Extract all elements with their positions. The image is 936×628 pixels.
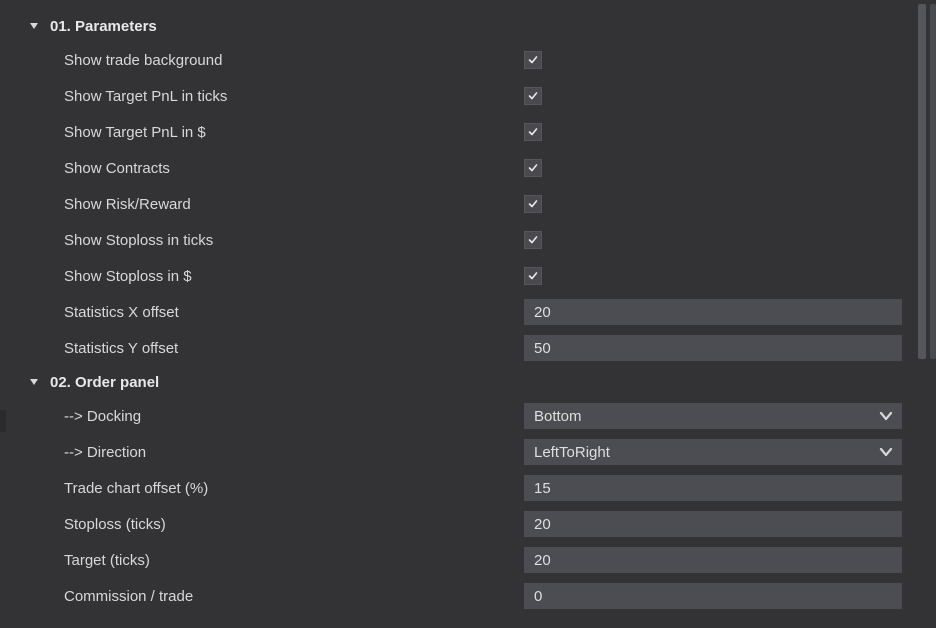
property-label: Target (ticks): [0, 552, 524, 569]
property-control: [524, 299, 914, 325]
collapse-triangle-icon: [28, 20, 40, 32]
statistics-x-offset-input[interactable]: [524, 299, 902, 325]
property-row: Show Target PnL in $: [0, 114, 914, 150]
show-contracts-checkbox[interactable]: [524, 159, 542, 177]
property-control: [524, 231, 914, 249]
property-control: [524, 439, 914, 465]
property-control: [524, 51, 914, 69]
property-control: [524, 583, 914, 609]
property-row: Trade chart offset (%): [0, 470, 914, 506]
property-label: --> Docking: [0, 408, 524, 425]
property-label: Statistics X offset: [0, 304, 524, 321]
docking-select-value[interactable]: [524, 403, 902, 429]
property-control: [524, 335, 914, 361]
commission-per-trade-input[interactable]: [524, 583, 902, 609]
show-risk-reward-checkbox[interactable]: [524, 195, 542, 213]
property-row: Target (ticks): [0, 542, 914, 578]
property-row: Show Stoploss in ticks: [0, 222, 914, 258]
property-grid: 01. Parameters Show trade background Show …: [0, 0, 914, 628]
docking-select[interactable]: [524, 403, 902, 429]
scrollbar-thumb-secondary[interactable]: [930, 4, 936, 359]
property-row: Show Risk/Reward: [0, 186, 914, 222]
scrollbar-area: [914, 0, 936, 628]
property-control: [524, 403, 914, 429]
trade-chart-offset-input[interactable]: [524, 475, 902, 501]
property-row: Stoploss (ticks): [0, 506, 914, 542]
property-label: Show Contracts: [0, 160, 524, 177]
property-row: Show Stoploss in $: [0, 258, 914, 294]
property-control: [524, 475, 914, 501]
statistics-y-offset-input[interactable]: [524, 335, 902, 361]
property-label: Show Stoploss in ticks: [0, 232, 524, 249]
show-stoploss-usd-checkbox[interactable]: [524, 267, 542, 285]
target-ticks-input[interactable]: [524, 547, 902, 573]
collapse-triangle-icon: [28, 376, 40, 388]
left-edge-marker: [0, 410, 6, 432]
property-row: Statistics X offset: [0, 294, 914, 330]
property-label: --> Direction: [0, 444, 524, 461]
property-row: Show Target PnL in ticks: [0, 78, 914, 114]
scrollbar-thumb[interactable]: [918, 4, 926, 359]
show-trade-background-checkbox[interactable]: [524, 51, 542, 69]
property-label: Show Stoploss in $: [0, 268, 524, 285]
section-title: 01. Parameters: [50, 18, 157, 35]
property-label: Show trade background: [0, 52, 524, 69]
direction-select-value[interactable]: [524, 439, 902, 465]
property-row: Commission / trade: [0, 578, 914, 614]
stoploss-ticks-input[interactable]: [524, 511, 902, 537]
property-label: Show Target PnL in ticks: [0, 88, 524, 105]
show-target-pnl-usd-checkbox[interactable]: [524, 123, 542, 141]
property-row: --> Docking: [0, 398, 914, 434]
property-label: Show Risk/Reward: [0, 196, 524, 213]
show-stoploss-ticks-checkbox[interactable]: [524, 231, 542, 249]
property-label: Commission / trade: [0, 588, 524, 605]
property-control: [524, 123, 914, 141]
section-title: 02. Order panel: [50, 374, 159, 391]
property-row: --> Direction: [0, 434, 914, 470]
show-target-pnl-ticks-checkbox[interactable]: [524, 87, 542, 105]
property-control: [524, 195, 914, 213]
property-label: Show Target PnL in $: [0, 124, 524, 141]
property-label: Statistics Y offset: [0, 340, 524, 357]
section-header[interactable]: 02. Order panel: [0, 366, 914, 398]
property-row: Show Contracts: [0, 150, 914, 186]
direction-select[interactable]: [524, 439, 902, 465]
property-control: [524, 547, 914, 573]
section-header[interactable]: 01. Parameters: [0, 10, 914, 42]
property-label: Stoploss (ticks): [0, 516, 524, 533]
property-control: [524, 267, 914, 285]
property-control: [524, 87, 914, 105]
property-row: Statistics Y offset: [0, 330, 914, 366]
property-control: [524, 511, 914, 537]
property-control: [524, 159, 914, 177]
property-label: Trade chart offset (%): [0, 480, 524, 497]
property-row: Show trade background: [0, 42, 914, 78]
